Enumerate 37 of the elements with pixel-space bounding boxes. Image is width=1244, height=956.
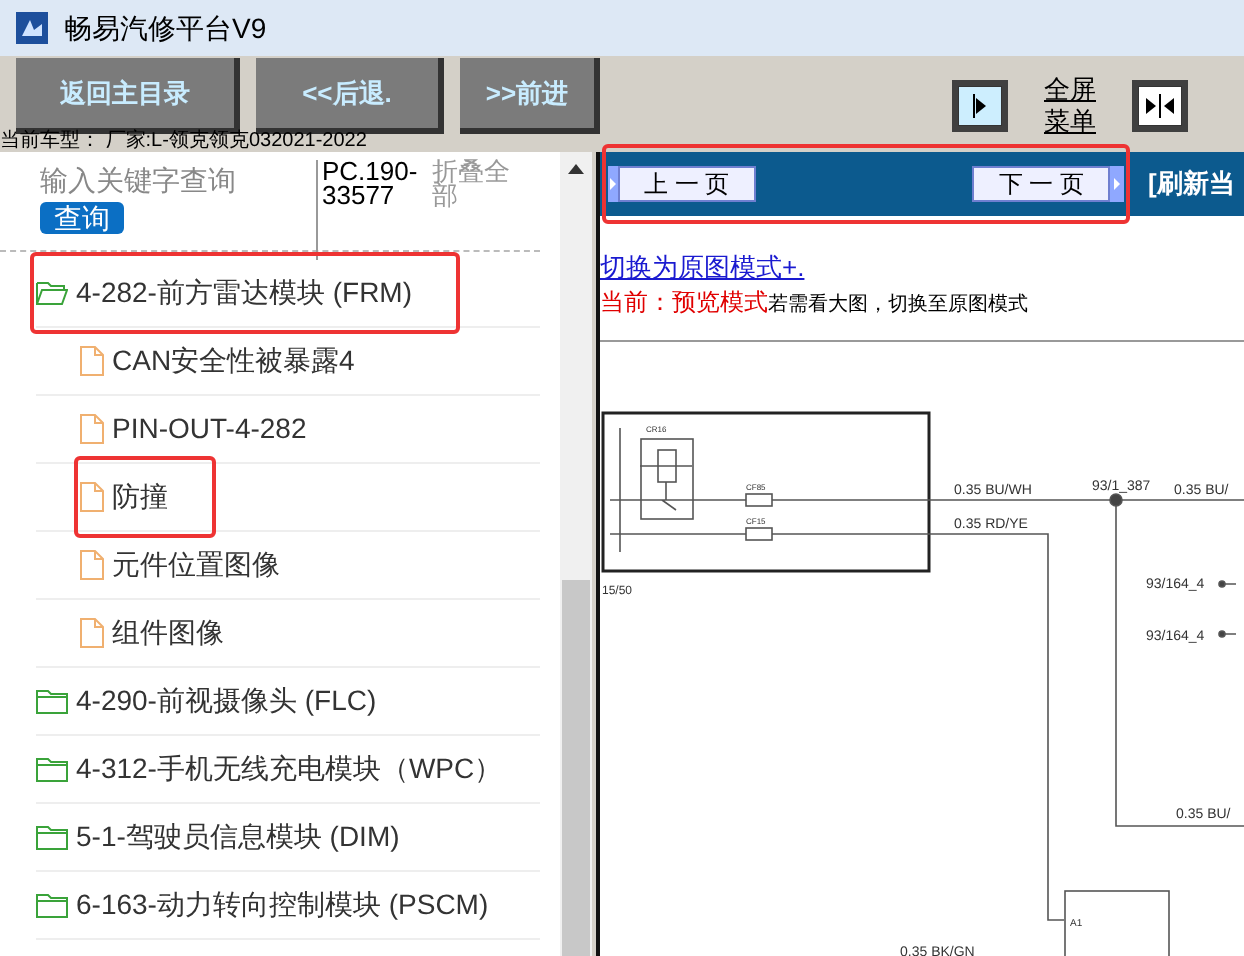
arrow-right-icon (1110, 166, 1124, 202)
expand-button[interactable] (952, 80, 1008, 132)
scrollbar[interactable] (560, 152, 592, 956)
part-code: PC.190-33577 (316, 160, 420, 260)
double-arrow-icon (1138, 86, 1182, 126)
scroll-thumb[interactable] (562, 580, 590, 956)
tree-item[interactable]: 元件位置图像 (112, 544, 280, 586)
original-mode-link[interactable]: 切换为原图模式+. (600, 252, 1244, 284)
app-logo-icon (16, 12, 48, 44)
tree-item[interactable]: 6-163-动力转向控制模块 (PSCM) (76, 884, 489, 926)
tree-item[interactable]: 4-312-手机无线充电模块（WPC） (76, 748, 503, 790)
tree-item[interactable]: 组件图像 (112, 612, 224, 654)
tree-item[interactable]: 4-282-前方雷达模块 (FRM) (76, 272, 413, 314)
split-button[interactable] (1132, 80, 1188, 132)
vehicle-info: 当前车型： 厂家:L-领克领克032021-2022 (0, 132, 367, 152)
refresh-link[interactable]: [刷新当 (1148, 164, 1244, 204)
mode-label: 当前： (600, 286, 672, 320)
arrow-right-icon (958, 86, 1002, 126)
window-title: 畅易汽修平台V9 (64, 9, 267, 47)
tree-item[interactable]: PIN-OUT-4-282 (112, 408, 307, 450)
next-page-button[interactable]: 下 一 页 (972, 166, 1110, 202)
search-button[interactable]: 查询 (40, 202, 124, 234)
document-icon (80, 482, 104, 512)
tree-item[interactable]: 5-1-驾驶员信息模块 (DIM) (76, 816, 400, 858)
scroll-up-icon (568, 164, 584, 174)
mode-value: 预览模式 (672, 286, 768, 320)
tree-item[interactable]: 4-290-前视摄像头 (FLC) (76, 680, 377, 722)
mode-hint: 若需看大图，切换至原图模式 (768, 291, 1028, 320)
document-icon (80, 414, 104, 444)
tree-item[interactable]: CAN安全性被暴露4 (112, 340, 355, 382)
prev-page-button[interactable]: 上 一 页 (618, 166, 756, 202)
document-icon (80, 550, 104, 580)
document-icon (80, 618, 104, 648)
tree-item[interactable]: 防撞 (112, 476, 168, 518)
arrow-right-icon (608, 166, 618, 202)
fullscreen-menu-link[interactable]: 全屏 菜单 (1044, 74, 1096, 138)
document-icon (80, 346, 104, 376)
